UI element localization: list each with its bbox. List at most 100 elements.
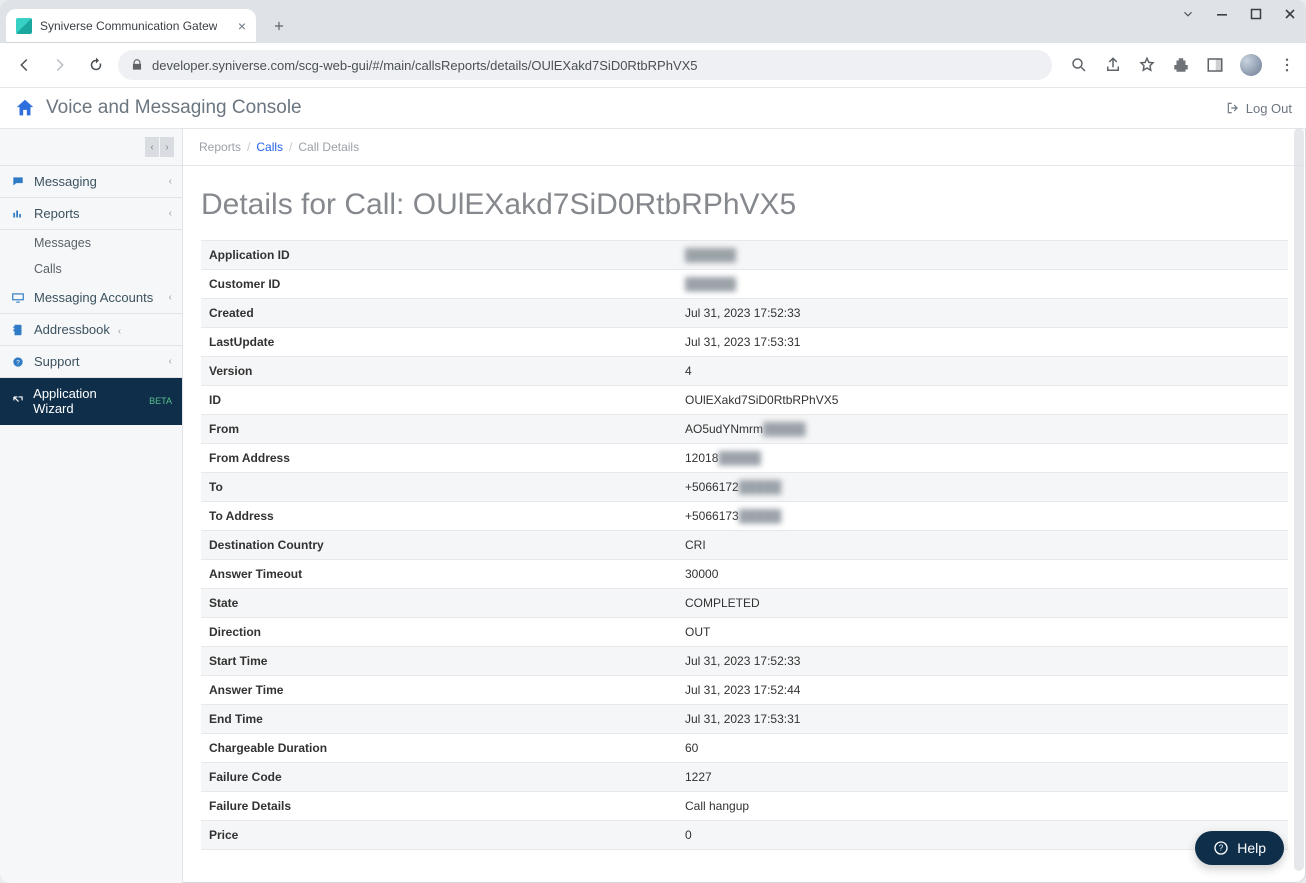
new-tab-button[interactable] — [264, 11, 294, 41]
detail-key: Failure Code — [201, 763, 677, 791]
help-circle-icon: ? — [10, 355, 26, 369]
app-header: Voice and Messaging Console Log Out — [0, 88, 1306, 129]
detail-value: COMPLETED — [677, 589, 1288, 617]
detail-key: Created — [201, 299, 677, 327]
crumb-root: Reports — [199, 140, 241, 154]
detail-value: 60 — [677, 734, 1288, 762]
lock-icon — [130, 58, 144, 72]
detail-row: Chargeable Duration60 — [201, 734, 1288, 763]
sidebar-item-messaging[interactable]: Messaging ‹ — [0, 166, 182, 198]
sidebar-item-label: Messaging — [34, 174, 97, 189]
detail-value: 12018█████ — [677, 444, 1288, 472]
detail-key: Chargeable Duration — [201, 734, 677, 762]
detail-value: Jul 31, 2023 17:52:33 — [677, 647, 1288, 675]
crumb-calls-link[interactable]: Calls — [256, 140, 283, 154]
detail-row: IDOUlEXakd7SiD0RtbRPhVX5 — [201, 386, 1288, 415]
chat-icon — [10, 175, 26, 189]
sidebar-sub-messages[interactable]: Messages — [0, 230, 182, 256]
arrow-right-icon — [51, 56, 69, 74]
pager-next[interactable]: › — [160, 137, 174, 157]
detail-row: Failure DetailsCall hangup — [201, 792, 1288, 821]
detail-value: Jul 31, 2023 17:52:44 — [677, 676, 1288, 704]
sidebar-item-label: Application Wizard — [33, 386, 135, 416]
browser-tabstrip: Syniverse Communication Gatew × — [0, 0, 1306, 43]
profile-avatar[interactable] — [1240, 54, 1262, 76]
detail-row: To+5066172█████ — [201, 473, 1288, 502]
window-close-button[interactable] — [1282, 6, 1298, 22]
sidebar: ‹ › Messaging ‹ Reports ‹ Messages Calls… — [0, 129, 183, 883]
detail-row: DirectionOUT — [201, 618, 1288, 647]
nav-back-button[interactable] — [10, 51, 38, 79]
sidebar-sub-calls[interactable]: Calls — [0, 256, 182, 282]
kebab-menu-icon[interactable] — [1278, 56, 1296, 74]
detail-value: +5066172█████ — [677, 473, 1288, 501]
sidebar-item-addressbook[interactable]: Addressbook ‹ — [0, 314, 182, 346]
detail-value: Jul 31, 2023 17:52:33 — [677, 299, 1288, 327]
detail-row: CreatedJul 31, 2023 17:52:33 — [201, 299, 1288, 328]
detail-key: Answer Time — [201, 676, 677, 704]
detail-row: Failure Code1227 — [201, 763, 1288, 792]
detail-row: Answer Timeout30000 — [201, 560, 1288, 589]
main-area: ‹ › Messaging ‹ Reports ‹ Messages Calls… — [0, 129, 1306, 883]
detail-row: LastUpdateJul 31, 2023 17:53:31 — [201, 328, 1288, 357]
detail-value: AO5udYNmrm█████ — [677, 415, 1288, 443]
share-icon[interactable] — [1104, 56, 1122, 74]
chevron-left-icon: ‹ — [118, 326, 121, 337]
help-button[interactable]: ? Help — [1195, 831, 1284, 865]
detail-row: Version4 — [201, 357, 1288, 386]
sidebar-item-reports[interactable]: Reports ‹ — [0, 198, 182, 230]
tab-close-icon[interactable]: × — [238, 19, 246, 33]
detail-value: 1227 — [677, 763, 1288, 791]
detail-key: To Address — [201, 502, 677, 530]
browser-tab[interactable]: Syniverse Communication Gatew × — [6, 9, 256, 43]
sidepanel-icon[interactable] — [1206, 56, 1224, 74]
window-minimize-button[interactable] — [1214, 6, 1230, 22]
chevron-left-icon: ‹ — [169, 176, 172, 187]
favicon-icon — [16, 18, 32, 34]
detail-row: Customer ID██████ — [201, 270, 1288, 299]
extensions-icon[interactable] — [1172, 56, 1190, 74]
crumb-current: Call Details — [298, 140, 359, 154]
detail-key: From — [201, 415, 677, 443]
detail-key: To — [201, 473, 677, 501]
address-url: developer.syniverse.com/scg-web-gui/#/ma… — [152, 58, 698, 73]
window-chevron-icon[interactable] — [1180, 6, 1196, 22]
detail-row: Price0 — [201, 821, 1288, 850]
pager-prev[interactable]: ‹ — [145, 137, 159, 157]
sidebar-item-label: Support — [34, 354, 80, 369]
detail-value: OUlEXakd7SiD0RtbRPhVX5 — [677, 386, 1288, 414]
tab-title: Syniverse Communication Gatew — [40, 19, 217, 33]
detail-row: To Address+5066173█████ — [201, 502, 1288, 531]
sidebar-item-label: Addressbook — [34, 322, 110, 337]
logout-button[interactable]: Log Out — [1226, 101, 1292, 116]
detail-key: Failure Details — [201, 792, 677, 820]
detail-key: Destination Country — [201, 531, 677, 559]
star-icon[interactable] — [1138, 56, 1156, 74]
sidebar-pager: ‹ › — [0, 129, 182, 166]
address-bar[interactable]: developer.syniverse.com/scg-web-gui/#/ma… — [118, 50, 1052, 80]
detail-row: Destination CountryCRI — [201, 531, 1288, 560]
sidebar-item-app-wizard[interactable]: Application Wizard BETA — [0, 378, 182, 425]
detail-row: StateCOMPLETED — [201, 589, 1288, 618]
app-title: Voice and Messaging Console — [46, 97, 302, 119]
detail-row: Application ID██████ — [201, 241, 1288, 270]
detail-row: Start TimeJul 31, 2023 17:52:33 — [201, 647, 1288, 676]
detail-value: OUT — [677, 618, 1288, 646]
sidebar-item-messaging-accounts[interactable]: Messaging Accounts ‹ — [0, 282, 182, 314]
scrollbar[interactable] — [1294, 128, 1304, 871]
home-icon[interactable] — [14, 97, 36, 119]
detail-key: Answer Timeout — [201, 560, 677, 588]
detail-key: LastUpdate — [201, 328, 677, 356]
arrow-left-icon — [15, 56, 33, 74]
logout-icon — [1226, 101, 1240, 115]
zoom-icon[interactable] — [1070, 56, 1088, 74]
window-maximize-button[interactable] — [1248, 6, 1264, 22]
beta-badge: BETA — [149, 396, 172, 406]
nav-reload-button[interactable] — [82, 51, 110, 79]
detail-value: Jul 31, 2023 17:53:31 — [677, 328, 1288, 356]
content-area: Reports / Calls / Call Details Details f… — [183, 129, 1306, 883]
browser-toolbar: developer.syniverse.com/scg-web-gui/#/ma… — [0, 43, 1306, 88]
detail-row: Answer TimeJul 31, 2023 17:52:44 — [201, 676, 1288, 705]
detail-key: State — [201, 589, 677, 617]
sidebar-item-support[interactable]: ? Support ‹ — [0, 346, 182, 378]
